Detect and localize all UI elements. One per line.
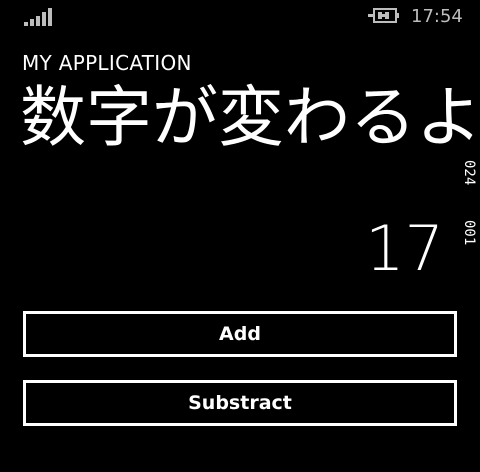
signal-strength-icon [24, 8, 54, 26]
side-counter: 024 001 [458, 160, 480, 260]
add-button[interactable]: Add [23, 311, 457, 357]
side-counter-bottom: 001 [461, 220, 477, 246]
page-title: 数字が変わるよ [20, 79, 480, 156]
status-bar: 17:54 [0, 0, 480, 36]
page-title-container: 数字が変わるよ [0, 76, 480, 160]
status-clock: 17:54 [411, 6, 463, 27]
battery-charging-icon [368, 8, 399, 23]
app-title: MY APPLICATION [22, 51, 192, 75]
subtract-button[interactable]: Substract [23, 380, 457, 426]
counter-value: 17 [365, 212, 444, 285]
